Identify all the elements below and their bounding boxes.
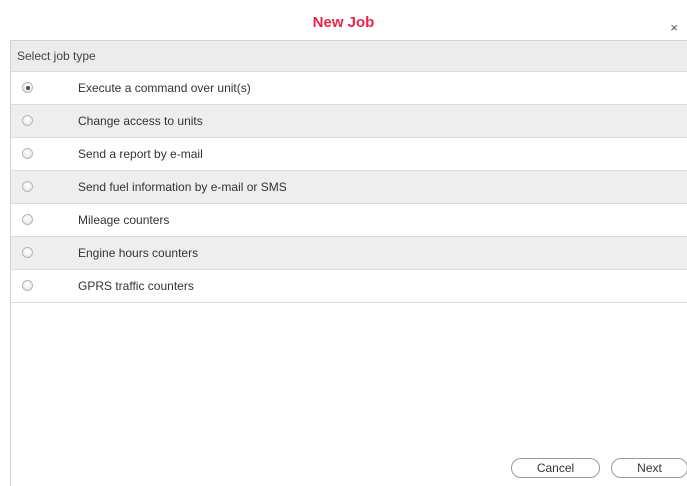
option-label: Mileage counters	[78, 213, 170, 227]
option-label: Change access to units	[78, 114, 203, 128]
radio-button[interactable]	[22, 148, 33, 159]
job-type-option-send-report[interactable]: Send a report by e-mail	[11, 138, 687, 171]
radio-button[interactable]	[22, 115, 33, 126]
option-label: Execute a command over unit(s)	[78, 81, 251, 95]
job-type-option-mileage-counters[interactable]: Mileage counters	[11, 204, 687, 237]
dialog-title: New Job	[312, 14, 375, 31]
radio-button-checked[interactable]	[22, 82, 33, 93]
radio-button[interactable]	[22, 214, 33, 225]
option-label: GPRS traffic counters	[78, 279, 194, 293]
job-type-option-send-fuel-info[interactable]: Send fuel information by e-mail or SMS	[11, 171, 687, 204]
next-button[interactable]: Next	[611, 458, 687, 478]
dialog-title-bar: New Job ×	[0, 0, 687, 35]
job-type-option-change-access[interactable]: Change access to units	[11, 105, 687, 138]
job-type-panel: Select job type Execute a command over u…	[10, 40, 687, 486]
close-icon[interactable]: ×	[668, 21, 680, 34]
job-type-header: Select job type	[11, 41, 687, 72]
job-type-option-engine-hours-counters[interactable]: Engine hours counters	[11, 237, 687, 270]
job-type-option-gprs-traffic-counters[interactable]: GPRS traffic counters	[11, 270, 687, 303]
cancel-button[interactable]: Cancel	[511, 458, 600, 478]
job-type-option-execute-command[interactable]: Execute a command over unit(s)	[11, 72, 687, 105]
radio-button[interactable]	[22, 280, 33, 291]
option-label: Engine hours counters	[78, 246, 199, 260]
option-label: Send a report by e-mail	[78, 147, 203, 161]
radio-button[interactable]	[22, 247, 33, 258]
new-job-dialog: New Job × Select job type Execute a comm…	[0, 0, 687, 486]
radio-button[interactable]	[22, 181, 33, 192]
option-label: Send fuel information by e-mail or SMS	[78, 180, 287, 194]
